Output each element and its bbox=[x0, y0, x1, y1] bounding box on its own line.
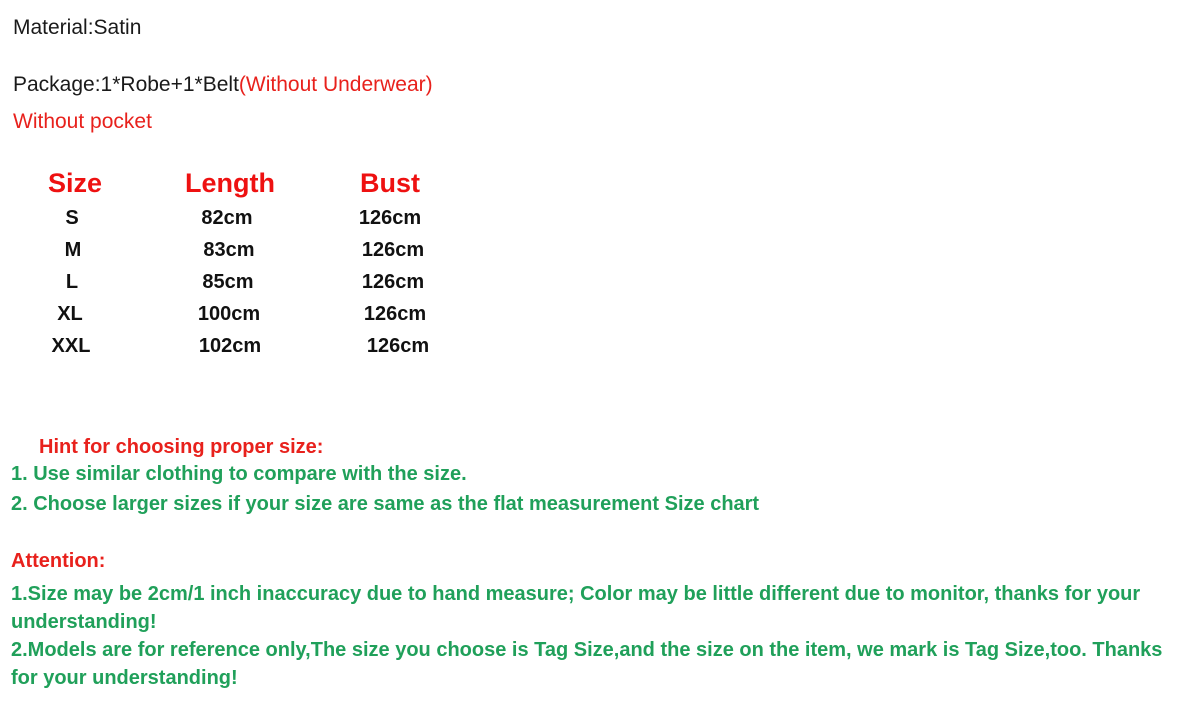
cell-size: XXL bbox=[51, 335, 91, 357]
cell-bust: 126cm bbox=[363, 303, 427, 325]
table-header-row: Size Length Bust bbox=[0, 168, 470, 208]
cell-size: M bbox=[64, 239, 82, 261]
cell-length: 85cm bbox=[202, 271, 254, 293]
package-note: (Without Underwear) bbox=[238, 73, 433, 96]
attention-title: Attention: bbox=[11, 550, 106, 572]
hint-line-2: 2. Choose larger sizes if your size are … bbox=[11, 493, 760, 515]
attention-paragraph-2: 2.Models are for reference only,The size… bbox=[11, 639, 1163, 689]
column-header-size: Size bbox=[47, 168, 103, 198]
cell-size: S bbox=[65, 207, 79, 229]
table-row: M 83cm 126cm bbox=[0, 240, 470, 272]
attention-paragraph-1: 1.Size may be 2cm/1 inch inaccuracy due … bbox=[11, 583, 1141, 633]
cell-bust: 126cm bbox=[366, 335, 430, 357]
package-line: Package:1*Robe+1*Belt(Without Underwear) bbox=[13, 71, 1153, 98]
table-row: L 85cm 126cm bbox=[0, 272, 470, 304]
hint-line-1: 1. Use similar clothing to compare with … bbox=[11, 463, 467, 485]
cell-length: 83cm bbox=[203, 239, 255, 261]
cell-length: 102cm bbox=[198, 335, 262, 357]
size-chart-page: Material:Satin Package:1*Robe+1*Belt(Wit… bbox=[0, 0, 1184, 713]
size-chart-table: Size Length Bust S 82cm 126cm M 83cm 126… bbox=[0, 168, 470, 368]
table-row: XL 100cm 126cm bbox=[0, 304, 470, 336]
no-pocket-note: Without pocket bbox=[13, 110, 152, 133]
attention-block: Attention: 1.Size may be 2cm/1 inch inac… bbox=[11, 549, 1176, 692]
cell-bust: 126cm bbox=[358, 207, 422, 229]
hint-block: Hint for choosing proper size: 1. Use si… bbox=[11, 435, 1171, 519]
cell-length: 82cm bbox=[201, 207, 253, 229]
table-row: S 82cm 126cm bbox=[0, 208, 470, 240]
cell-length: 100cm bbox=[197, 303, 261, 325]
cell-size: L bbox=[65, 271, 79, 293]
cell-size: XL bbox=[57, 303, 83, 325]
column-header-length: Length bbox=[185, 168, 275, 198]
table-row: XXL 102cm 126cm bbox=[0, 336, 470, 368]
hint-title: Hint for choosing proper size: bbox=[39, 436, 324, 458]
intro-spacer bbox=[13, 41, 1153, 71]
column-header-bust: Bust bbox=[360, 168, 420, 198]
intro-block: Material:Satin Package:1*Robe+1*Belt(Wit… bbox=[13, 14, 1153, 135]
cell-bust: 126cm bbox=[361, 271, 425, 293]
package-label: Package:1*Robe+1*Belt bbox=[13, 73, 239, 96]
cell-bust: 126cm bbox=[361, 239, 425, 261]
material-line: Material:Satin bbox=[13, 16, 142, 39]
